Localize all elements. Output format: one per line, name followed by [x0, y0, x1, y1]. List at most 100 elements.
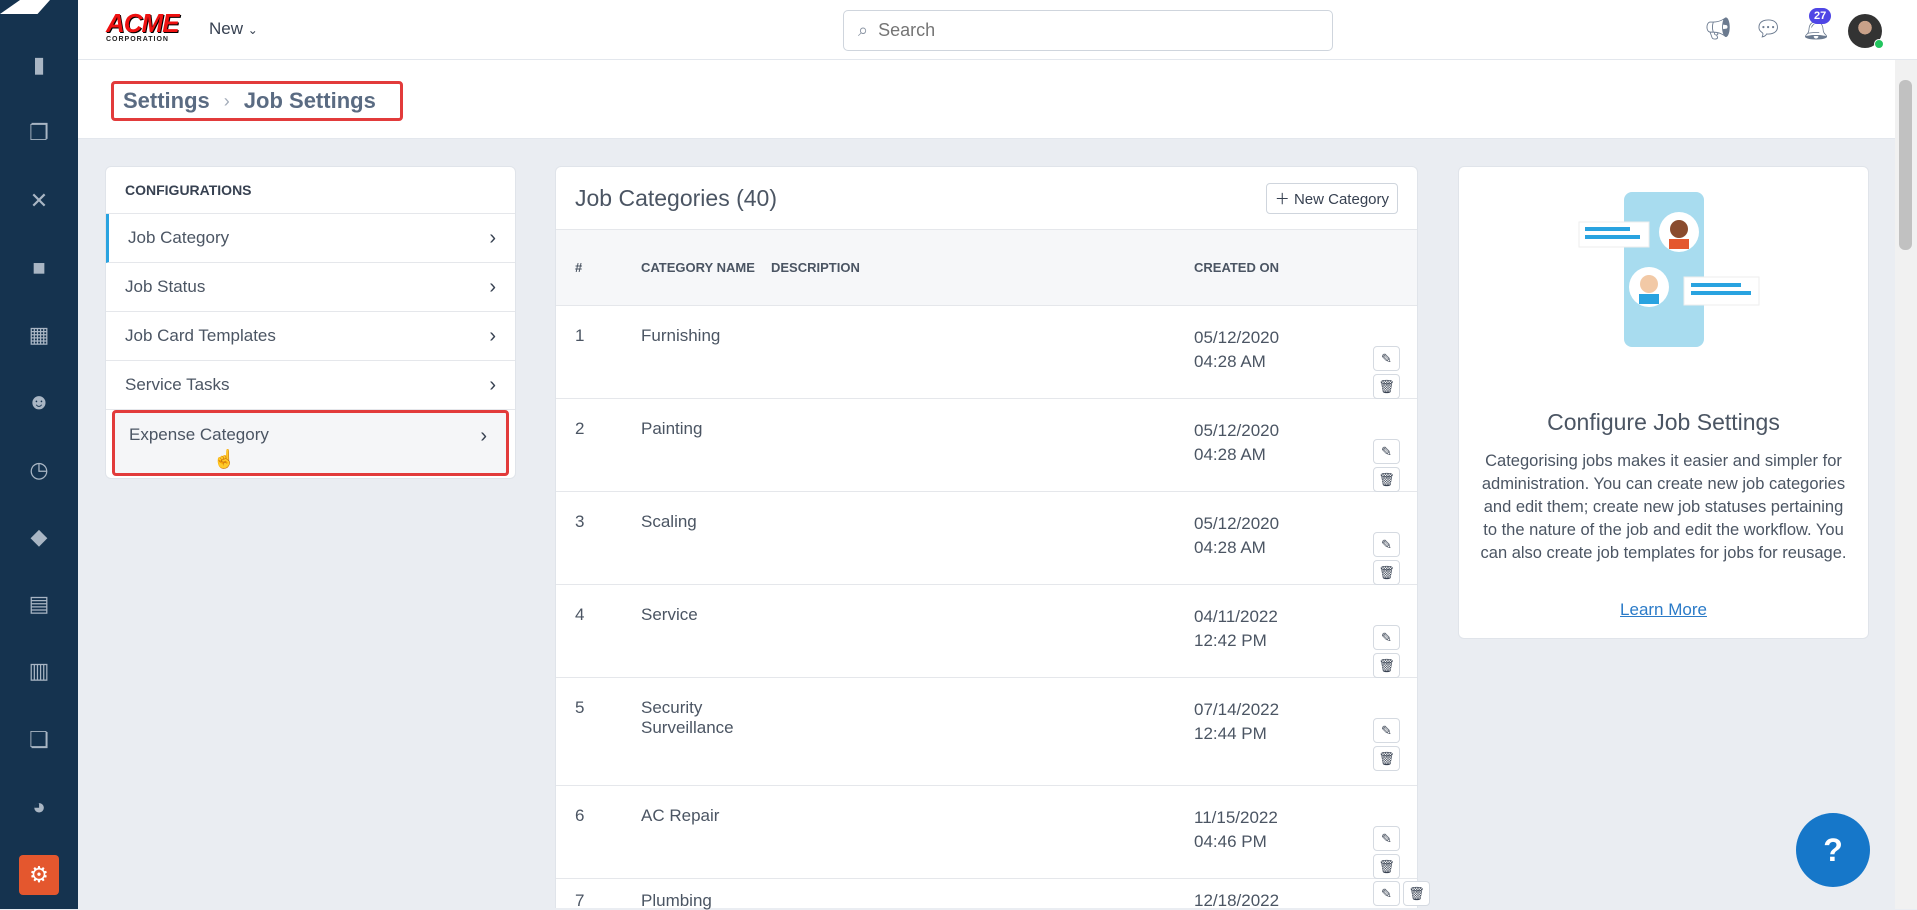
delete-trash-icon[interactable]: 🗑︎ — [1373, 653, 1400, 678]
search-box[interactable]: ⌕ — [843, 10, 1333, 51]
row-actions: ✎ 🗑︎ — [1373, 326, 1400, 399]
config-item-label: Job Card Templates — [125, 326, 276, 345]
col-category-name[interactable]: CATEGORY NAME — [641, 260, 771, 275]
config-item-label: Job Category — [128, 228, 230, 247]
search-input[interactable] — [878, 20, 1332, 41]
created-time: 04:46 PM — [1194, 832, 1267, 851]
tools-icon[interactable]: ✕ — [19, 181, 59, 221]
col-number: # — [575, 260, 583, 275]
created-date: 11/15/2022 — [1194, 808, 1278, 827]
breadcrumb-settings[interactable]: Settings — [123, 88, 210, 114]
online-indicator — [1874, 39, 1884, 49]
jobs-icon[interactable]: ❐ — [19, 113, 59, 153]
app-logo[interactable] — [0, 0, 50, 14]
breadcrumb-separator-icon: › — [223, 90, 230, 111]
learn-more-link[interactable]: Learn More — [1459, 600, 1868, 620]
table-row[interactable]: 6 AC Repair 11/15/2022 04:46 PM ✎ 🗑︎ — [556, 786, 1417, 879]
row-number: 2 — [575, 419, 585, 438]
created-time: 04:28 AM — [1194, 538, 1266, 557]
scrollbar-thumb[interactable] — [1899, 80, 1912, 250]
config-item-job-card-templates[interactable]: Job Card Templates › — [106, 312, 515, 361]
delete-trash-icon[interactable]: 🗑︎ — [1373, 467, 1400, 492]
row-category-name: AC Repair — [641, 806, 720, 825]
delete-trash-icon[interactable]: 🗑︎ — [1373, 560, 1400, 585]
config-item-expense-category[interactable]: Expense Category › ☝ — [112, 410, 509, 476]
help-chat-button[interactable]: ? — [1796, 813, 1870, 887]
dashboard-icon[interactable]: ▮ — [19, 45, 59, 85]
map-icon[interactable]: ▤ — [19, 584, 59, 624]
created-date: 04/11/2022 — [1194, 607, 1278, 626]
breadcrumb-bar: Settings › Job Settings — [78, 60, 1895, 139]
edit-pencil-icon[interactable]: ✎ — [1373, 625, 1400, 650]
row-category-name: Scaling — [641, 512, 697, 531]
search-icon: ⌕ — [858, 20, 869, 40]
table-row[interactable]: 4 Service 04/11/2022 12:42 PM ✎ 🗑︎ — [556, 585, 1417, 678]
briefcase-icon[interactable]: ■ — [19, 248, 59, 288]
edit-pencil-icon[interactable]: ✎ — [1373, 826, 1400, 851]
row-description — [771, 678, 1194, 785]
table-title: Job Categories (40) — [575, 184, 777, 211]
table-row[interactable]: 3 Scaling 05/12/2020 04:28 AM ✎ 🗑︎ — [556, 492, 1417, 585]
edit-pencil-icon[interactable]: ✎ — [1373, 881, 1400, 906]
edit-pencil-icon[interactable]: ✎ — [1373, 718, 1400, 743]
delete-trash-icon[interactable]: 🗑︎ — [1403, 881, 1430, 906]
calculator-icon[interactable]: ▥ — [19, 651, 59, 691]
config-item-job-category[interactable]: Job Category › — [106, 214, 515, 263]
delete-trash-icon[interactable]: 🗑︎ — [1373, 746, 1400, 771]
row-description — [771, 306, 1194, 398]
reports-pie-icon[interactable]: ◕ — [19, 787, 59, 827]
megaphone-icon[interactable]: 📢︎ — [1703, 14, 1733, 44]
row-number: 4 — [575, 605, 585, 624]
breadcrumb-current: Job Settings — [243, 88, 376, 113]
chat-icon[interactable]: 💬︎ — [1753, 14, 1783, 44]
clock-icon[interactable]: ◷ — [19, 450, 59, 490]
row-number: 5 — [575, 698, 585, 717]
config-item-job-status[interactable]: Job Status › — [106, 263, 515, 312]
documents-icon[interactable]: ❏ — [19, 720, 59, 760]
edit-pencil-icon[interactable]: ✎ — [1373, 346, 1400, 371]
row-actions: ✎ 🗑︎ — [1373, 419, 1400, 492]
row-created-on: 04/11/2022 12:42 PM — [1194, 585, 1354, 677]
avatar[interactable] — [1848, 14, 1884, 49]
configurations-title: CONFIGURATIONS — [106, 167, 515, 214]
col-description[interactable]: DESCRIPTION — [771, 260, 1194, 275]
row-actions: ✎ 🗑︎ — [1373, 512, 1400, 585]
sidebar: ▮ ❐ ✕ ■ ▦ ☻ ◷ ◆ ▤ ▥ ❏ ◕ ⚙ — [0, 0, 78, 909]
new-category-button[interactable]: ＋ New Category — [1265, 182, 1398, 214]
chat-illustration — [1578, 192, 1760, 347]
row-created-on: 05/12/2020 04:28 AM — [1194, 399, 1354, 491]
users-icon[interactable]: ☻ — [19, 382, 59, 422]
row-description — [771, 585, 1194, 677]
edit-pencil-icon[interactable]: ✎ — [1373, 532, 1400, 557]
chevron-right-icon: › — [489, 275, 496, 298]
edit-pencil-icon[interactable]: ✎ — [1373, 439, 1400, 464]
created-time: 04:28 AM — [1194, 352, 1266, 371]
delete-trash-icon[interactable]: 🗑︎ — [1373, 854, 1400, 879]
table-row[interactable]: 2 Painting 05/12/2020 04:28 AM ✎ 🗑︎ — [556, 399, 1417, 492]
tag-icon[interactable]: ◆ — [19, 517, 59, 557]
chevron-right-icon: › — [489, 226, 496, 249]
config-item-service-tasks[interactable]: Service Tasks › — [106, 361, 515, 410]
row-number: 7 — [575, 891, 585, 910]
table-row[interactable]: 5 Security Surveillance 07/14/2022 12:44 … — [556, 678, 1417, 786]
row-number: 6 — [575, 806, 585, 825]
plus-icon: ＋ — [1274, 190, 1294, 208]
row-actions: ✎ 🗑︎ — [1373, 605, 1400, 678]
breadcrumb: Settings › Job Settings — [111, 81, 403, 121]
col-created-on[interactable]: CREATED ON — [1194, 256, 1354, 280]
row-created-on: 12/18/2022 — [1194, 879, 1354, 909]
chevron-right-icon: › — [489, 373, 496, 396]
delete-trash-icon[interactable]: 🗑︎ — [1373, 374, 1400, 399]
row-number: 1 — [575, 326, 585, 345]
calendar-icon[interactable]: ▦ — [19, 315, 59, 355]
table-row[interactable]: 7 Plumbing 12/18/2022 ✎ 🗑︎ — [556, 879, 1430, 910]
page-scrollbar[interactable] — [1895, 60, 1917, 909]
job-categories-table: Job Categories (40) ＋ New Category # CAT… — [555, 166, 1430, 910]
row-category-name: Security Surveillance — [641, 698, 734, 737]
new-dropdown[interactable]: New ⌄ — [209, 19, 258, 39]
settings-gear-icon[interactable]: ⚙ — [19, 855, 59, 895]
table-row[interactable]: 1 Furnishing 05/12/2020 04:28 AM ✎ 🗑︎ — [556, 306, 1417, 399]
chevron-right-icon: › — [489, 324, 496, 347]
config-item-label: Service Tasks — [125, 375, 230, 394]
row-description — [771, 879, 1194, 908]
